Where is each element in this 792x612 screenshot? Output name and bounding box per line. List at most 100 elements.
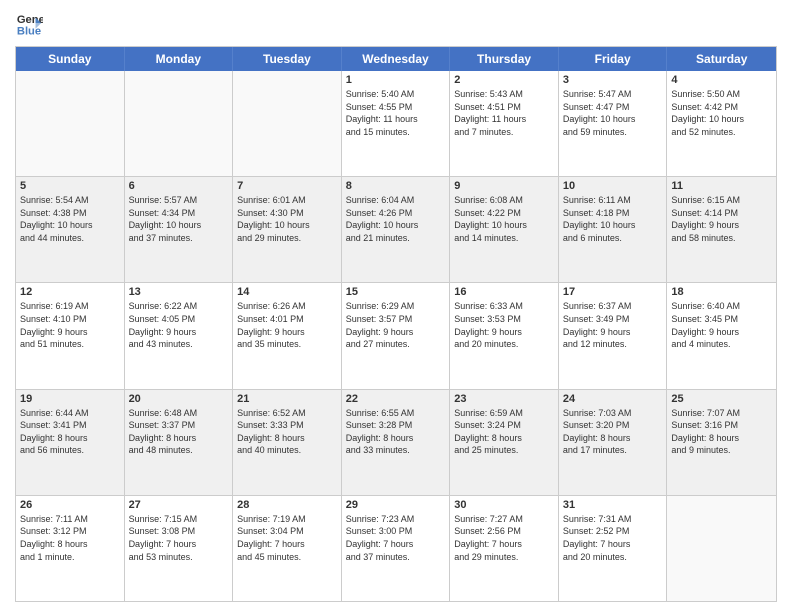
day-number: 16 xyxy=(454,286,554,298)
cell-info: Sunrise: 6:59 AM Sunset: 3:24 PM Dayligh… xyxy=(454,407,554,457)
cell-info: Sunrise: 6:48 AM Sunset: 3:37 PM Dayligh… xyxy=(129,407,229,457)
cell-info: Sunrise: 6:33 AM Sunset: 3:53 PM Dayligh… xyxy=(454,300,554,350)
day-number: 4 xyxy=(671,74,772,86)
calendar-cell-5: 5Sunrise: 5:54 AM Sunset: 4:38 PM Daylig… xyxy=(16,177,125,282)
day-number: 19 xyxy=(20,393,120,405)
cell-info: Sunrise: 6:26 AM Sunset: 4:01 PM Dayligh… xyxy=(237,300,337,350)
calendar-cell-6: 6 Sunrise: 5:57 AM Sunset: 4:34 PM Daylig… xyxy=(125,177,234,282)
day-number: 1 xyxy=(346,74,446,86)
calendar-cell-4: 4Sunrise: 5:50 AM Sunset: 4:42 PM Daylig… xyxy=(667,71,776,176)
day-number: 2 xyxy=(454,74,554,86)
day-number: 8 xyxy=(346,180,446,192)
calendar-cell-21: 21 Sunrise: 6:52 AM Sunset: 3:33 PM Dayli… xyxy=(233,390,342,495)
weekday-header-saturday: Saturday xyxy=(667,47,776,71)
cell-info: Sunrise: 6:15 AM Sunset: 4:14 PM Dayligh… xyxy=(671,194,772,244)
day-number: 10 xyxy=(563,180,663,192)
calendar: SundayMondayTuesdayWednesdayThursdayFrid… xyxy=(15,46,777,602)
calendar-cell-30: 30 Sunrise: 7:27 AM Sunset: 2:56 PM Dayli… xyxy=(450,496,559,601)
calendar-cell-empty-1 xyxy=(125,71,234,176)
calendar-cell-empty-2 xyxy=(233,71,342,176)
calendar-row-1: 1 Sunrise: 5:40 AM Sunset: 4:55 PM Daylig… xyxy=(16,71,776,177)
cell-info: Sunrise: 7:11 AM Sunset: 3:12 PM Dayligh… xyxy=(20,513,120,563)
cell-info: Sunrise: 6:01 AM Sunset: 4:30 PM Dayligh… xyxy=(237,194,337,244)
calendar-cell-2: 2 Sunrise: 5:43 AM Sunset: 4:51 PM Daylig… xyxy=(450,71,559,176)
day-number: 12 xyxy=(20,286,120,298)
day-number: 29 xyxy=(346,499,446,511)
day-number: 27 xyxy=(129,499,229,511)
cell-info: Sunrise: 5:54 AM Sunset: 4:38 PM Dayligh… xyxy=(20,194,120,244)
cell-info: Sunrise: 5:57 AM Sunset: 4:34 PM Dayligh… xyxy=(129,194,229,244)
day-number: 25 xyxy=(671,393,772,405)
calendar-row-2: 5Sunrise: 5:54 AM Sunset: 4:38 PM Daylig… xyxy=(16,177,776,283)
calendar-cell-22: 22 Sunrise: 6:55 AM Sunset: 3:28 PM Dayli… xyxy=(342,390,451,495)
calendar-cell-12: 12 Sunrise: 6:19 AM Sunset: 4:10 PM Dayli… xyxy=(16,283,125,388)
calendar-cell-20: 20Sunrise: 6:48 AM Sunset: 3:37 PM Dayli… xyxy=(125,390,234,495)
svg-text:Blue: Blue xyxy=(17,25,41,37)
cell-info: Sunrise: 7:27 AM Sunset: 2:56 PM Dayligh… xyxy=(454,513,554,563)
cell-info: Sunrise: 7:19 AM Sunset: 3:04 PM Dayligh… xyxy=(237,513,337,563)
calendar-row-3: 12 Sunrise: 6:19 AM Sunset: 4:10 PM Dayli… xyxy=(16,283,776,389)
calendar-cell-31: 31 Sunrise: 7:31 AM Sunset: 2:52 PM Dayli… xyxy=(559,496,668,601)
calendar-cell-9: 9Sunrise: 6:08 AM Sunset: 4:22 PM Daylig… xyxy=(450,177,559,282)
calendar-cell-16: 16 Sunrise: 6:33 AM Sunset: 3:53 PM Dayli… xyxy=(450,283,559,388)
page-container: General Blue SundayMondayTuesdayWednesda… xyxy=(0,0,792,612)
calendar-body: 1 Sunrise: 5:40 AM Sunset: 4:55 PM Daylig… xyxy=(16,71,776,601)
calendar-cell-19: 19 Sunrise: 6:44 AM Sunset: 3:41 PM Dayli… xyxy=(16,390,125,495)
cell-info: Sunrise: 6:52 AM Sunset: 3:33 PM Dayligh… xyxy=(237,407,337,457)
day-number: 23 xyxy=(454,393,554,405)
cell-info: Sunrise: 7:03 AM Sunset: 3:20 PM Dayligh… xyxy=(563,407,663,457)
weekday-header-thursday: Thursday xyxy=(450,47,559,71)
day-number: 28 xyxy=(237,499,337,511)
calendar-cell-17: 17Sunrise: 6:37 AM Sunset: 3:49 PM Dayli… xyxy=(559,283,668,388)
header: General Blue xyxy=(15,10,777,38)
calendar-cell-3: 3Sunrise: 5:47 AM Sunset: 4:47 PM Daylig… xyxy=(559,71,668,176)
cell-info: Sunrise: 5:47 AM Sunset: 4:47 PM Dayligh… xyxy=(563,88,663,138)
day-number: 22 xyxy=(346,393,446,405)
calendar-cell-8: 8 Sunrise: 6:04 AM Sunset: 4:26 PM Daylig… xyxy=(342,177,451,282)
cell-info: Sunrise: 6:29 AM Sunset: 3:57 PM Dayligh… xyxy=(346,300,446,350)
calendar-cell-13: 13Sunrise: 6:22 AM Sunset: 4:05 PM Dayli… xyxy=(125,283,234,388)
calendar-header: SundayMondayTuesdayWednesdayThursdayFrid… xyxy=(16,47,776,71)
day-number: 7 xyxy=(237,180,337,192)
calendar-cell-empty-6 xyxy=(667,496,776,601)
calendar-cell-24: 24 Sunrise: 7:03 AM Sunset: 3:20 PM Dayli… xyxy=(559,390,668,495)
calendar-cell-7: 7 Sunrise: 6:01 AM Sunset: 4:30 PM Daylig… xyxy=(233,177,342,282)
cell-info: Sunrise: 6:19 AM Sunset: 4:10 PM Dayligh… xyxy=(20,300,120,350)
logo-icon: General Blue xyxy=(15,10,43,38)
cell-info: Sunrise: 6:08 AM Sunset: 4:22 PM Dayligh… xyxy=(454,194,554,244)
cell-info: Sunrise: 5:43 AM Sunset: 4:51 PM Dayligh… xyxy=(454,88,554,138)
calendar-cell-10: 10 Sunrise: 6:11 AM Sunset: 4:18 PM Dayli… xyxy=(559,177,668,282)
day-number: 18 xyxy=(671,286,772,298)
cell-info: Sunrise: 6:04 AM Sunset: 4:26 PM Dayligh… xyxy=(346,194,446,244)
cell-info: Sunrise: 7:23 AM Sunset: 3:00 PM Dayligh… xyxy=(346,513,446,563)
weekday-header-wednesday: Wednesday xyxy=(342,47,451,71)
weekday-header-tuesday: Tuesday xyxy=(233,47,342,71)
day-number: 30 xyxy=(454,499,554,511)
cell-info: Sunrise: 5:40 AM Sunset: 4:55 PM Dayligh… xyxy=(346,88,446,138)
calendar-cell-23: 23 Sunrise: 6:59 AM Sunset: 3:24 PM Dayli… xyxy=(450,390,559,495)
logo: General Blue xyxy=(15,10,47,38)
cell-info: Sunrise: 7:31 AM Sunset: 2:52 PM Dayligh… xyxy=(563,513,663,563)
cell-info: Sunrise: 6:44 AM Sunset: 3:41 PM Dayligh… xyxy=(20,407,120,457)
calendar-cell-15: 15 Sunrise: 6:29 AM Sunset: 3:57 PM Dayli… xyxy=(342,283,451,388)
day-number: 11 xyxy=(671,180,772,192)
day-number: 15 xyxy=(346,286,446,298)
weekday-header-monday: Monday xyxy=(125,47,234,71)
calendar-cell-18: 18 Sunrise: 6:40 AM Sunset: 3:45 PM Dayli… xyxy=(667,283,776,388)
cell-info: Sunrise: 6:55 AM Sunset: 3:28 PM Dayligh… xyxy=(346,407,446,457)
calendar-cell-empty-0 xyxy=(16,71,125,176)
day-number: 21 xyxy=(237,393,337,405)
cell-info: Sunrise: 6:11 AM Sunset: 4:18 PM Dayligh… xyxy=(563,194,663,244)
cell-info: Sunrise: 6:40 AM Sunset: 3:45 PM Dayligh… xyxy=(671,300,772,350)
day-number: 31 xyxy=(563,499,663,511)
cell-info: Sunrise: 7:07 AM Sunset: 3:16 PM Dayligh… xyxy=(671,407,772,457)
day-number: 24 xyxy=(563,393,663,405)
weekday-header-sunday: Sunday xyxy=(16,47,125,71)
calendar-cell-26: 26Sunrise: 7:11 AM Sunset: 3:12 PM Dayli… xyxy=(16,496,125,601)
day-number: 13 xyxy=(129,286,229,298)
calendar-cell-11: 11 Sunrise: 6:15 AM Sunset: 4:14 PM Dayli… xyxy=(667,177,776,282)
calendar-cell-25: 25 Sunrise: 7:07 AM Sunset: 3:16 PM Dayli… xyxy=(667,390,776,495)
calendar-cell-27: 27 Sunrise: 7:15 AM Sunset: 3:08 PM Dayli… xyxy=(125,496,234,601)
day-number: 6 xyxy=(129,180,229,192)
cell-info: Sunrise: 7:15 AM Sunset: 3:08 PM Dayligh… xyxy=(129,513,229,563)
